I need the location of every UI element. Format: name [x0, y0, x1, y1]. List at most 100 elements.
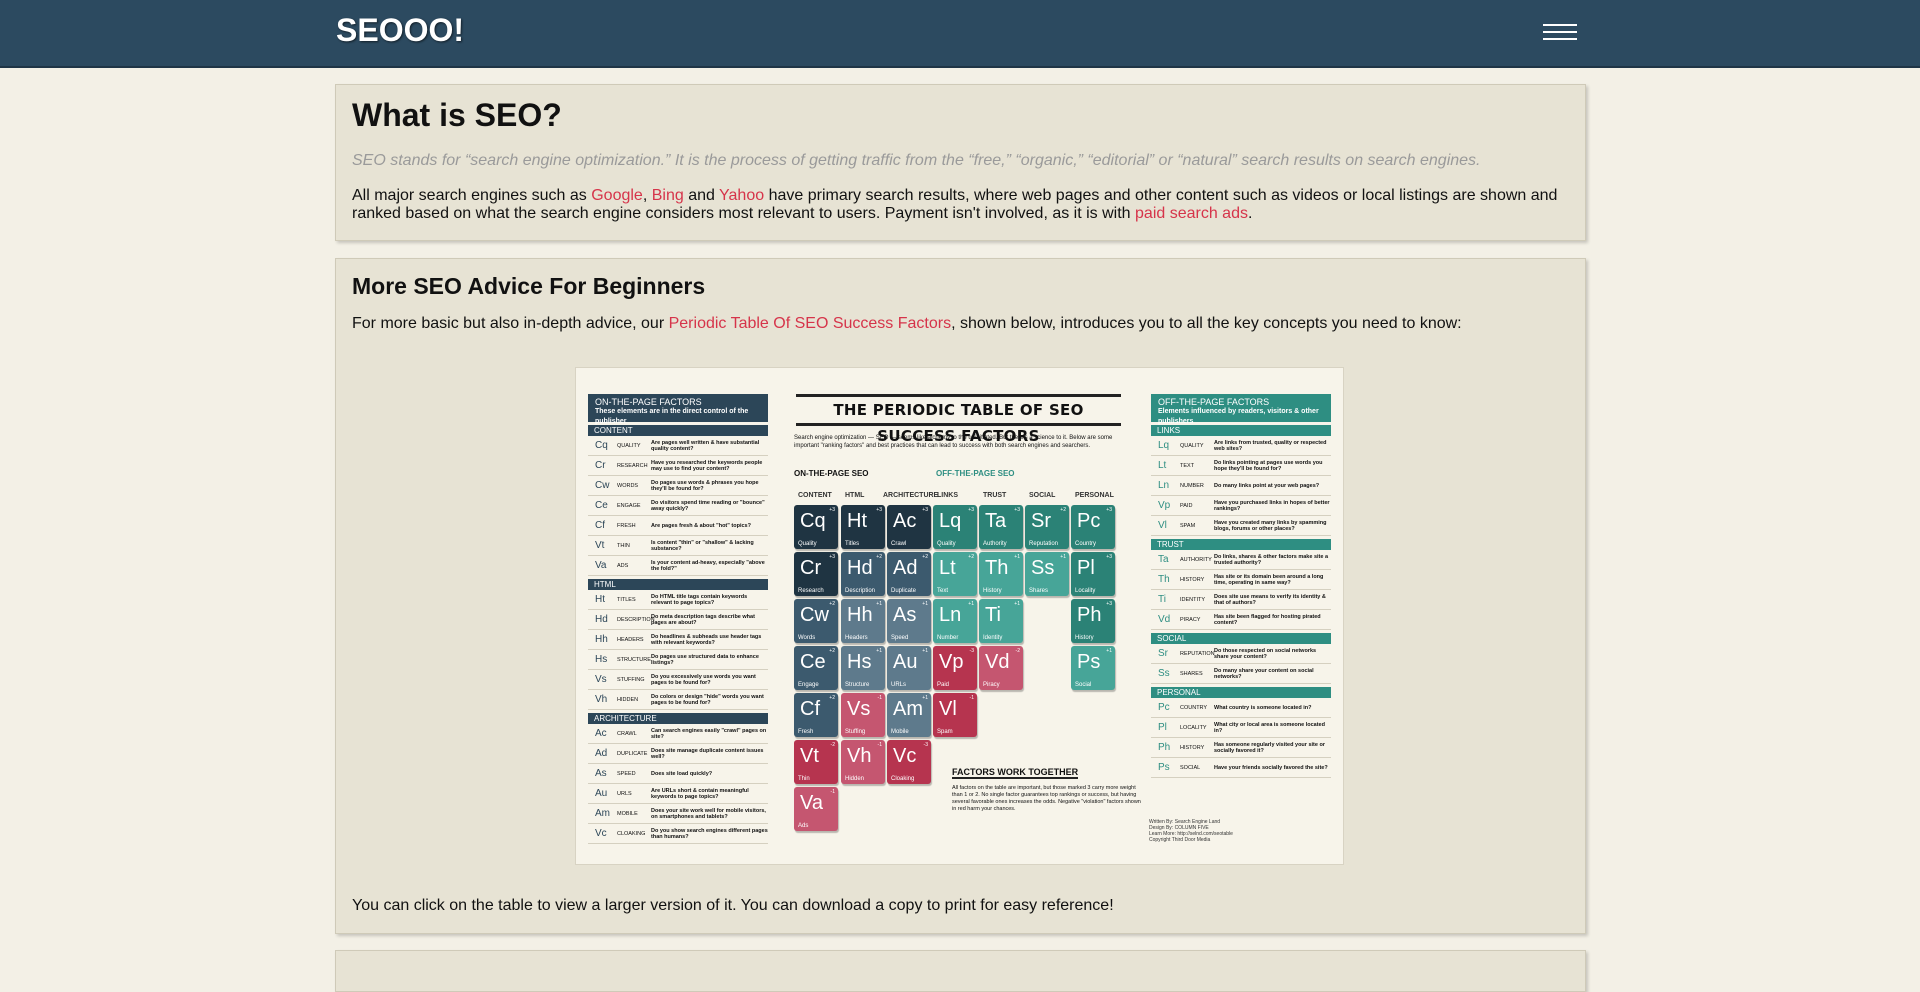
- element-tile[interactable]: Vl Spam -1: [933, 693, 977, 737]
- factor-group-header: TRUST: [1151, 539, 1331, 550]
- text-span: and: [683, 187, 720, 204]
- factor-row: Vh HIDDEN Do colors or design "hide" words…: [588, 690, 768, 710]
- element-tile[interactable]: Vc Cloaking -3: [887, 740, 931, 784]
- column-header: TRUST: [983, 492, 1007, 499]
- factor-row: Ti IDENTITY Does site use means to verify …: [1151, 590, 1331, 610]
- paid-search-ads-link[interactable]: paid search ads: [1135, 205, 1248, 222]
- element-tile[interactable]: Ps Social +1: [1071, 646, 1115, 690]
- factor-row: Lq QUALITY Are links from trusted, quality…: [1151, 436, 1331, 456]
- element-tile[interactable]: Hd Description +2: [841, 552, 885, 596]
- factor-symbol: Vt: [595, 540, 605, 551]
- text-span: For more basic but also in-depth advice,…: [352, 315, 669, 332]
- element-tile[interactable]: Lt Text +2: [933, 552, 977, 596]
- factor-description: Can search engines easily "crawl" pages …: [651, 727, 767, 740]
- element-symbol: Ss: [1031, 557, 1055, 579]
- element-tile[interactable]: Cr Research +3: [794, 552, 838, 596]
- element-name: Shares: [1029, 588, 1049, 594]
- yahoo-link[interactable]: Yahoo: [719, 187, 764, 204]
- element-tile[interactable]: Cq Quality +3: [794, 505, 838, 549]
- element-tile[interactable]: Pc Country +3: [1071, 505, 1115, 549]
- factor-label: COUNTRY: [1180, 704, 1208, 711]
- element-weight: +2: [829, 601, 835, 607]
- factor-label: HEADERS: [617, 636, 644, 643]
- element-tile[interactable]: Vh Hidden -1: [841, 740, 885, 784]
- factor-symbol: Pc: [1158, 702, 1170, 713]
- periodic-table-image[interactable]: ON-THE-PAGE FACTORS These elements are i…: [575, 367, 1344, 865]
- element-symbol: Vc: [893, 745, 917, 767]
- factor-row: Am MOBILE Does your site work well for mob…: [588, 804, 768, 824]
- factor-row: Pl LOCALITY What city or local area is som…: [1151, 718, 1331, 738]
- factor-symbol: Va: [595, 560, 607, 571]
- factor-row: Vs STUFFING Do you excessively use words y…: [588, 670, 768, 690]
- factor-label: TITLES: [617, 596, 636, 603]
- element-tile[interactable]: Ad Duplicate +2: [887, 552, 931, 596]
- element-tile[interactable]: Ac Crawl +3: [887, 505, 931, 549]
- element-symbol: Vh: [847, 745, 872, 767]
- factor-row: Ss SHARES Do many share your content on so…: [1151, 664, 1331, 684]
- element-name: Spam: [937, 729, 953, 735]
- on-page-group-label: ON-THE-PAGE SEO: [794, 469, 869, 478]
- factor-symbol: Pl: [1158, 722, 1167, 733]
- factor-row: Cq QUALITY Are pages well written & have s…: [588, 436, 768, 456]
- element-name: Cloaking: [891, 776, 915, 782]
- element-symbol: Ps: [1077, 651, 1101, 673]
- element-weight: +3: [1106, 601, 1112, 607]
- element-tile[interactable]: Th History +1: [979, 552, 1023, 596]
- element-tile[interactable]: Ht Titles +3: [841, 505, 885, 549]
- factor-description: Do visitors spend time reading or "bounc…: [651, 499, 765, 512]
- hamburger-menu-icon[interactable]: [1543, 22, 1577, 42]
- google-link[interactable]: Google: [591, 187, 643, 204]
- element-tile[interactable]: Ss Shares +1: [1025, 552, 1069, 596]
- element-tile[interactable]: Ln Number +1: [933, 599, 977, 643]
- element-name: Engage: [798, 682, 819, 688]
- factor-symbol: Ln: [1158, 480, 1170, 491]
- factor-label: URLS: [617, 790, 632, 797]
- element-tile[interactable]: Va Ads -1: [794, 787, 838, 831]
- element-tile[interactable]: Hh Headers +1: [841, 599, 885, 643]
- factor-description: Are pages fresh & about "hot" topics?: [651, 522, 751, 529]
- element-tile[interactable]: Sr Reputation +2: [1025, 505, 1069, 549]
- top-nav-bar: SEOOO!: [0, 0, 1920, 68]
- factor-description: Are pages well written & have substantia…: [651, 439, 760, 452]
- element-tile[interactable]: Ti Identity +1: [979, 599, 1023, 643]
- factor-symbol: Lt: [1158, 460, 1167, 471]
- element-name: Crawl: [891, 541, 907, 547]
- element-tile[interactable]: Cf Fresh +2: [794, 693, 838, 737]
- bing-link[interactable]: Bing: [652, 187, 684, 204]
- factor-label: HIDDEN: [617, 696, 639, 703]
- element-tile[interactable]: Cw Words +2: [794, 599, 838, 643]
- element-tile[interactable]: Pl Locality +3: [1071, 552, 1115, 596]
- side-header: ON-THE-PAGE FACTORS These elements are i…: [588, 394, 768, 425]
- column-header: SOCIAL: [1029, 492, 1056, 499]
- element-tile[interactable]: Vp Paid -3: [933, 646, 977, 690]
- element-weight: +3: [829, 554, 835, 560]
- factor-label: AUTHORITY: [1180, 556, 1212, 563]
- element-tile[interactable]: Vd Piracy -2: [979, 646, 1023, 690]
- factor-group-header: LINKS: [1151, 425, 1331, 436]
- element-tile[interactable]: Vs Stuffing -1: [841, 693, 885, 737]
- element-tile[interactable]: Hs Structure +1: [841, 646, 885, 690]
- element-name: Fresh: [798, 729, 814, 735]
- factor-label: IDENTITY: [1180, 596, 1206, 603]
- element-weight: +2: [829, 695, 835, 701]
- element-tile[interactable]: Am Mobile +1: [887, 693, 931, 737]
- site-logo[interactable]: SEOOO!: [336, 12, 464, 49]
- factor-label: QUALITY: [1180, 442, 1204, 449]
- element-tile[interactable]: Lq Quality +3: [933, 505, 977, 549]
- element-symbol: Ce: [800, 651, 826, 673]
- element-tile[interactable]: Ta Authority +3: [979, 505, 1023, 549]
- element-symbol: Sr: [1031, 510, 1051, 532]
- element-symbol: Ad: [893, 557, 918, 579]
- element-tile[interactable]: Ce Engage +2: [794, 646, 838, 690]
- element-name: Mobile: [891, 729, 909, 735]
- text-span: ,: [642, 187, 652, 204]
- element-tile[interactable]: Au URLs +1: [887, 646, 931, 690]
- element-tile[interactable]: As Speed +1: [887, 599, 931, 643]
- column-header: HTML: [845, 492, 865, 499]
- element-tile[interactable]: Vt Thin -2: [794, 740, 838, 784]
- element-symbol: Va: [800, 792, 823, 814]
- periodic-table-link[interactable]: Periodic Table Of SEO Success Factors: [669, 315, 951, 332]
- factor-symbol: Ph: [1158, 742, 1171, 753]
- element-tile[interactable]: Ph History +3: [1071, 599, 1115, 643]
- factor-label: STRUCTURE: [617, 656, 651, 663]
